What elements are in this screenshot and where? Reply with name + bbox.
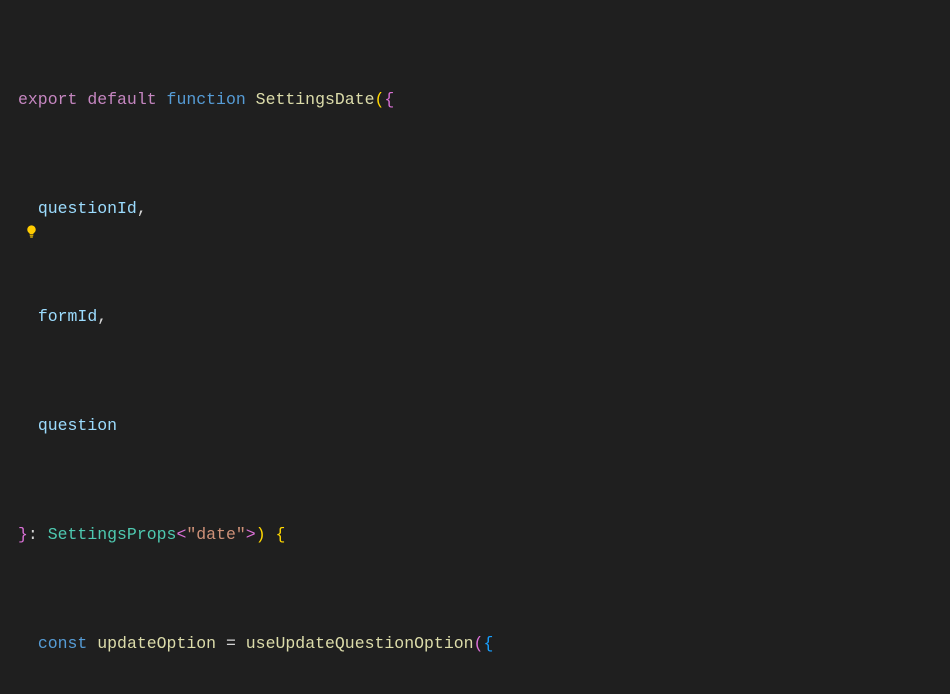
param: question xyxy=(38,416,117,435)
lightbulb-icon[interactable] xyxy=(24,224,39,239)
keyword-default: default xyxy=(87,90,156,109)
code-line[interactable]: const updateOption = useUpdateQuestionOp… xyxy=(18,630,950,657)
param: formId xyxy=(38,307,97,326)
type-name: SettingsProps xyxy=(48,525,177,544)
function-name: SettingsDate xyxy=(256,90,375,109)
keyword-export: export xyxy=(18,90,77,109)
code-line[interactable]: export default function SettingsDate({ xyxy=(18,86,950,113)
code-area[interactable]: export default function SettingsDate({ q… xyxy=(18,4,950,694)
code-editor[interactable]: export default function SettingsDate({ q… xyxy=(0,0,950,694)
code-line[interactable]: formId, xyxy=(18,303,950,330)
function-call: useUpdateQuestionOption xyxy=(246,634,474,653)
code-line[interactable]: questionId, xyxy=(18,195,950,222)
param: questionId xyxy=(38,199,137,218)
code-line[interactable]: question xyxy=(18,412,950,439)
code-line[interactable]: }: SettingsProps<"date">) { xyxy=(18,521,950,548)
keyword-function: function xyxy=(167,90,246,109)
var-name: updateOption xyxy=(97,634,216,653)
